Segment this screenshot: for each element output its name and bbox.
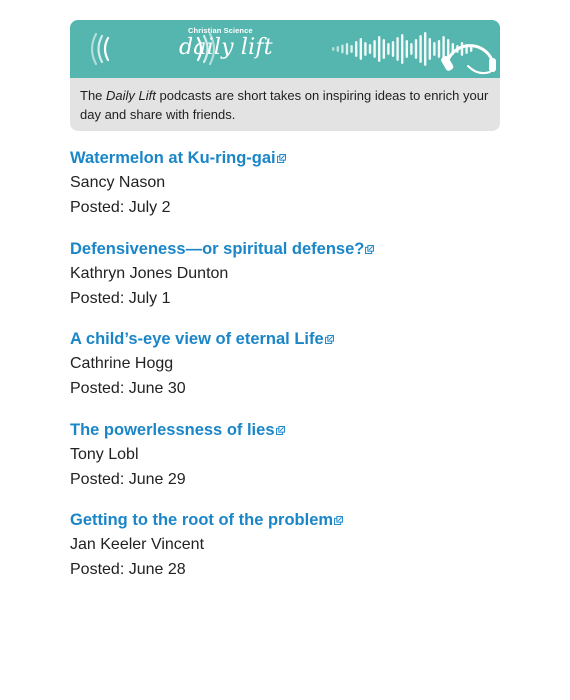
article-title-link[interactable]: A child’s-eye view of eternal Life [70,329,334,349]
soundwave-bar [368,44,372,54]
soundwave-bar [414,39,418,59]
list-item: Defensiveness—or spiritual defense? Kath… [70,237,530,328]
article-author: Cathrine Hogg [70,355,174,372]
article-list: Watermelon at Ku-ring-gai Sancy Nason Po… [70,146,530,599]
article-title-link[interactable]: Defensiveness—or spiritual defense? [70,239,375,259]
article-author: Jan Keeler Vincent [70,536,205,553]
brand-logo-text: daily lift [179,35,273,60]
brand-org-name: Christian Science [188,26,253,35]
external-link-icon [276,154,286,163]
article-date: Posted: June 29 [70,470,186,488]
soundwave-bar [336,46,339,52]
soundwave-bar [460,42,464,56]
soundwave-bar [405,40,408,58]
soundwave-bar [419,35,422,63]
soundwave-bar [378,36,381,62]
list-item: Watermelon at Ku-ring-gai Sancy Nason Po… [70,146,530,237]
external-link-icon [365,244,375,254]
soundwave-bar [424,32,427,66]
soundwave-bar [391,41,395,57]
soundwave-bar [410,43,413,55]
article-author: Tony Lobl [70,445,139,463]
external-link-icon [275,425,285,435]
soundwave-bar [359,38,362,60]
banner-description: The Daily Lift podcasts are short takes … [80,88,489,122]
soundwave-graphic [90,32,496,75]
soundwave-bar [437,40,441,58]
list-item: The powerlessness of lies Tony Lobl Post… [70,418,530,509]
list-item: Getting to the root of the problem Jan K… [70,508,530,599]
list-item: A child’s-eye view of eternal Life Cathr… [70,327,530,418]
article-author: Sancy Nason [70,174,166,191]
external-link-icon [334,516,344,525]
soundwave-bar [428,38,431,60]
soundwave-bar [396,37,399,61]
external-link-icon [324,335,334,344]
article-date: Posted: June 30 [70,380,186,397]
article-date: Posted: July 1 [70,289,171,307]
article-title-link[interactable]: The powerlessness of lies [70,420,285,440]
soundwave-bar [373,40,376,58]
soundwave-bar [382,39,385,59]
soundwave-bar [332,47,335,51]
article-author: Kathryn Jones Dunton [70,264,229,282]
daily-lift-banner[interactable]: Christian Science daily lift The Daily L… [70,20,500,131]
soundwave-bar [345,43,349,55]
soundwave-bar [401,34,404,64]
soundwave-bar [350,45,353,53]
article-date: Posted: July 2 [70,199,171,216]
soundwave-bar [387,43,390,55]
soundwave-bar [364,42,367,56]
banner-header: Christian Science daily lift [70,20,500,78]
article-date: Posted: June 28 [70,561,186,578]
article-title-link[interactable]: Getting to the root of the problem [70,510,344,530]
soundwave-bar [355,41,358,57]
soundwave-bar [341,44,344,54]
article-title-link[interactable]: Watermelon at Ku-ring-gai [70,148,286,168]
soundwave-bar [433,42,436,56]
